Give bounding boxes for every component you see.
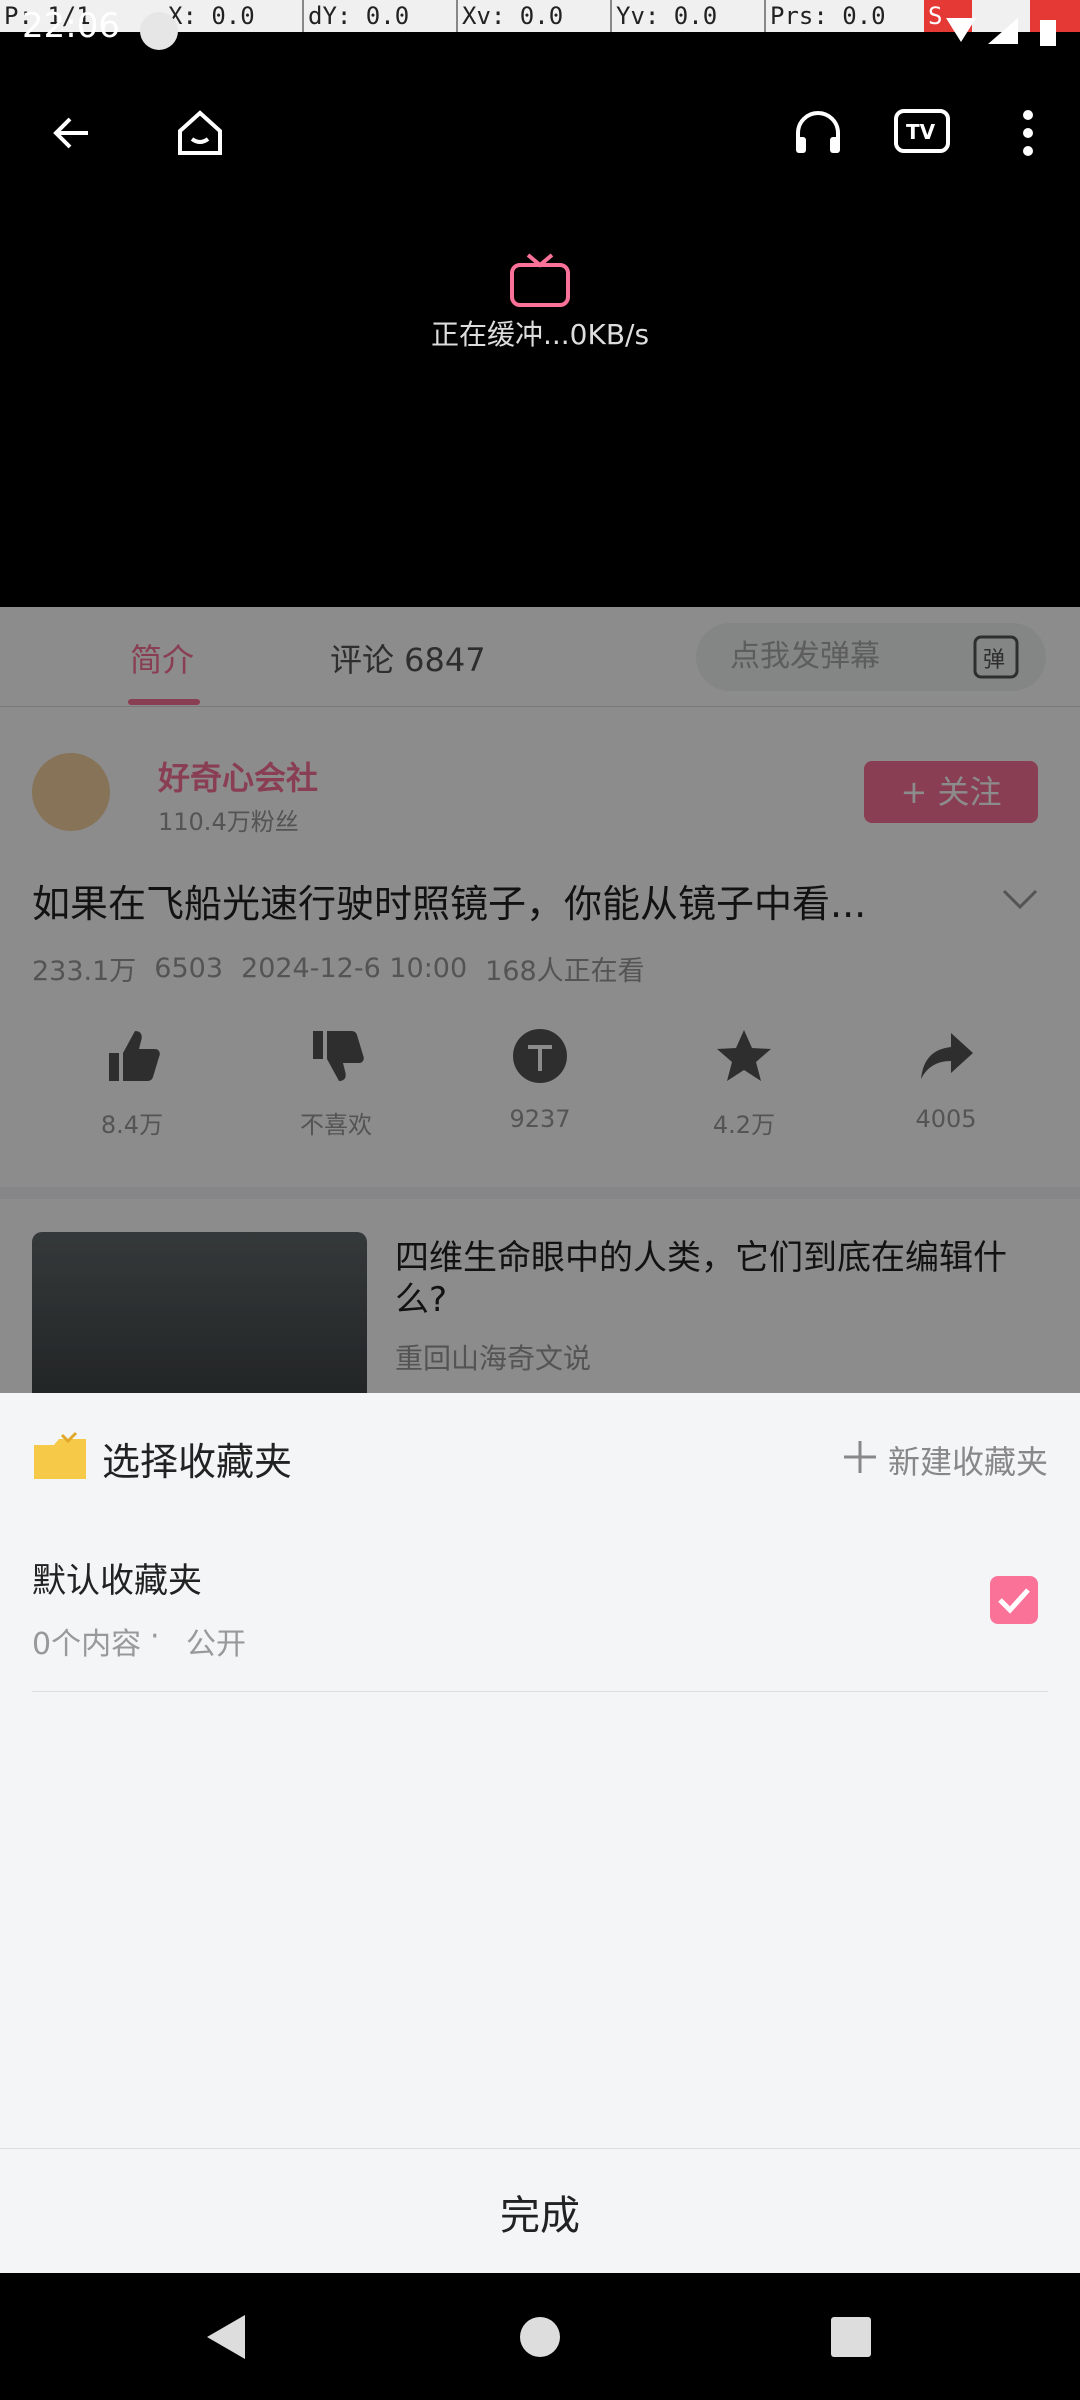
home-button[interactable] (160, 93, 240, 173)
back-arrow-icon (53, 117, 88, 149)
folder-item-count: 0个内容 (32, 1627, 142, 1662)
circle-home-icon (520, 2316, 560, 2357)
headphone-icon (796, 111, 840, 153)
home-icon (178, 110, 222, 155)
listen-button[interactable] (778, 93, 858, 173)
recording-icon (140, 12, 178, 50)
footer-divider (0, 2148, 1080, 2149)
dim-overlay[interactable] (0, 607, 1080, 1397)
status-bar: P: 1/1 X: 0.0 dY: 0.0 Xv: 0.0 Yv: 0.0 Pr… (0, 0, 1080, 63)
debug-xv: Xv: 0.0 (462, 2, 564, 30)
debug-prs: Prs: 0.0 (770, 2, 886, 30)
favorites-sheet: 选择收藏夹 新建收藏夹 默认收藏夹 0个内容 · 公开 完成 (0, 1393, 1080, 2273)
sheet-title: 选择收藏夹 (102, 1440, 293, 1484)
screen: P: 1/1 X: 0.0 dY: 0.0 Xv: 0.0 Yv: 0.0 Pr… (0, 0, 1080, 2400)
debug-x: X: 0.0 (168, 2, 255, 30)
new-folder-button[interactable]: 新建收藏夹 (888, 1437, 1048, 1483)
loading-tv-icon (510, 253, 570, 307)
debug-dy: dY: 0.0 (308, 2, 410, 30)
nav-back-button[interactable] (122, 2273, 332, 2400)
nav-recents-button[interactable] (746, 2273, 956, 2400)
buffering-text: 正在缓冲...0KB/s (430, 318, 650, 351)
system-nav-bar (0, 2273, 1080, 2400)
back-button[interactable] (32, 93, 112, 173)
done-button[interactable]: 完成 (0, 2183, 1080, 2241)
clock: 22:06 (22, 6, 120, 46)
square-recents-icon (831, 2316, 871, 2357)
cast-tv-button[interactable]: TV (882, 93, 962, 173)
debug-s: S (928, 2, 943, 30)
more-vertical-icon (1023, 110, 1033, 156)
folder-checkbox[interactable] (990, 1576, 1038, 1624)
more-button[interactable] (988, 93, 1068, 173)
meta-separator: · (150, 1619, 160, 1654)
row-divider (32, 1691, 1048, 1692)
plus-icon[interactable] (842, 1439, 878, 1475)
battery-icon (1040, 20, 1056, 46)
video-player[interactable]: TV 正在缓冲...0KB/s (0, 63, 1080, 607)
tv-cast-icon: TV (894, 109, 950, 153)
nav-home-button[interactable] (435, 2273, 645, 2400)
triangle-back-icon (207, 2314, 245, 2359)
svg-text:TV: TV (906, 120, 936, 144)
debug-yv: Yv: 0.0 (616, 2, 718, 30)
wifi-icon (946, 18, 976, 42)
folder-visibility: 公开 (186, 1627, 246, 1662)
folder-icon (34, 1431, 86, 1479)
folder-name[interactable]: 默认收藏夹 (32, 1553, 202, 1602)
signal-icon (988, 18, 1018, 44)
check-icon (998, 1588, 1030, 1614)
